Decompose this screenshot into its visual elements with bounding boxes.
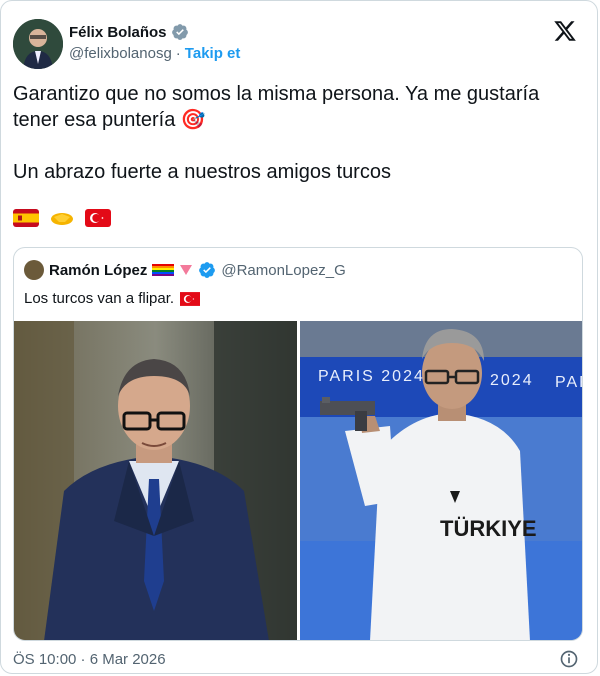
handshake-icon bbox=[49, 209, 75, 227]
tweet-card: Félix Bolaños @felixbolanosg · Takip et … bbox=[0, 0, 598, 674]
shirt-text: TÜRKIYE bbox=[440, 516, 537, 541]
quoted-avatar[interactable] bbox=[24, 260, 44, 280]
follow-button[interactable]: Takip et bbox=[185, 45, 241, 62]
banner-text-3: PAR bbox=[555, 374, 582, 391]
flag-spain-icon bbox=[13, 209, 39, 227]
verified-badge-icon bbox=[171, 24, 188, 40]
quoted-tweet[interactable]: Ramón López @RamonLopez_G Los turcos van… bbox=[13, 247, 583, 641]
tweet-timestamp[interactable]: ÖS 10:00 · 6 Mar 2026 bbox=[13, 651, 166, 668]
banner-text-1: PARIS 2024 bbox=[318, 368, 425, 385]
author-handle[interactable]: @felixbolanosg bbox=[69, 45, 172, 62]
flag-turkey-icon bbox=[85, 209, 111, 227]
quoted-verified-badge-icon bbox=[199, 262, 216, 278]
rainbow-flag-icon bbox=[152, 264, 175, 276]
author-name[interactable]: Félix Bolaños bbox=[69, 24, 167, 41]
pink-triangle-icon bbox=[180, 265, 193, 275]
author-avatar[interactable] bbox=[13, 19, 63, 69]
tweet-text: Garantizo que no somos la misma persona.… bbox=[13, 83, 540, 183]
tweet-emoji-row bbox=[13, 209, 111, 227]
quoted-image-left[interactable] bbox=[14, 321, 297, 640]
quoted-name[interactable]: Ramón López bbox=[49, 262, 147, 279]
quoted-text: Los turcos van a flipar. bbox=[24, 290, 175, 307]
separator-dot: · bbox=[175, 45, 181, 62]
tweet-header: Félix Bolaños @felixbolanosg · Takip et bbox=[13, 19, 585, 69]
info-icon[interactable] bbox=[559, 649, 579, 669]
x-logo-icon[interactable] bbox=[553, 19, 577, 43]
quoted-handle[interactable]: @RamonLopez_G bbox=[221, 262, 345, 279]
banner-text-2: 2024 bbox=[490, 372, 534, 389]
quoted-image-right[interactable]: PARIS 2024 2024 PAR TÜR bbox=[300, 321, 582, 640]
quoted-flag-turkey-icon bbox=[180, 291, 201, 306]
